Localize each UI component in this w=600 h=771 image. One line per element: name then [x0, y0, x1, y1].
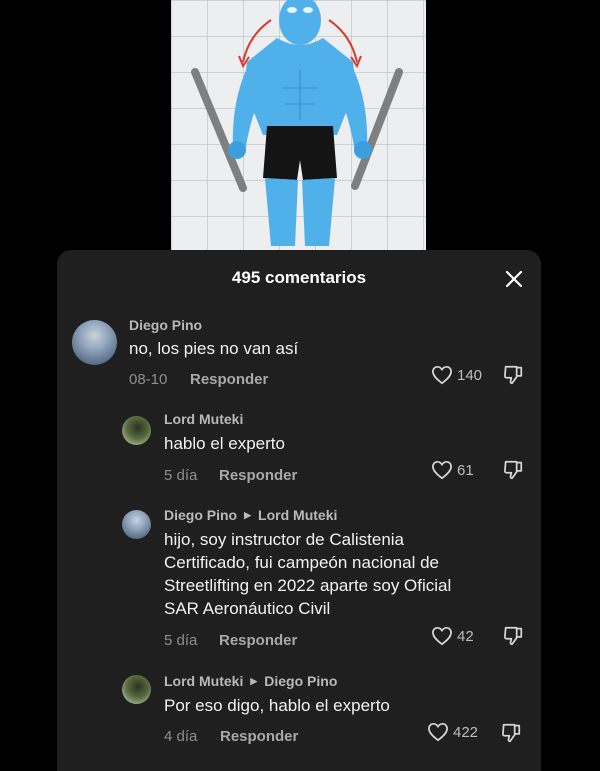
like-count: 422: [453, 723, 479, 741]
comments-sheet: 495 comentarios Diego Pino no, los pies …: [57, 250, 541, 771]
avatar[interactable]: [122, 675, 151, 704]
heart-icon: [428, 722, 448, 742]
comment-author[interactable]: Lord Muteki ▶ Diego Pino: [164, 673, 337, 689]
like-button[interactable]: 422: [427, 722, 478, 742]
thumb-down-icon: [502, 723, 521, 743]
figure-illustration: [191, 0, 403, 246]
reply-to-name[interactable]: Diego Pino: [264, 673, 337, 689]
video-thumbnail[interactable]: [171, 0, 426, 250]
caret-right-icon: ▶: [250, 675, 258, 686]
reply-item: Lord Muteki ▶ Diego Pino Por eso digo, h…: [57, 250, 541, 760]
comment-text: Por eso digo, hablo el experto: [164, 696, 390, 715]
comment-date: 4 día: [164, 728, 198, 745]
reply-button[interactable]: Responder: [220, 728, 298, 745]
author-name[interactable]: Lord Muteki: [164, 673, 243, 689]
dislike-button[interactable]: [500, 722, 522, 749]
